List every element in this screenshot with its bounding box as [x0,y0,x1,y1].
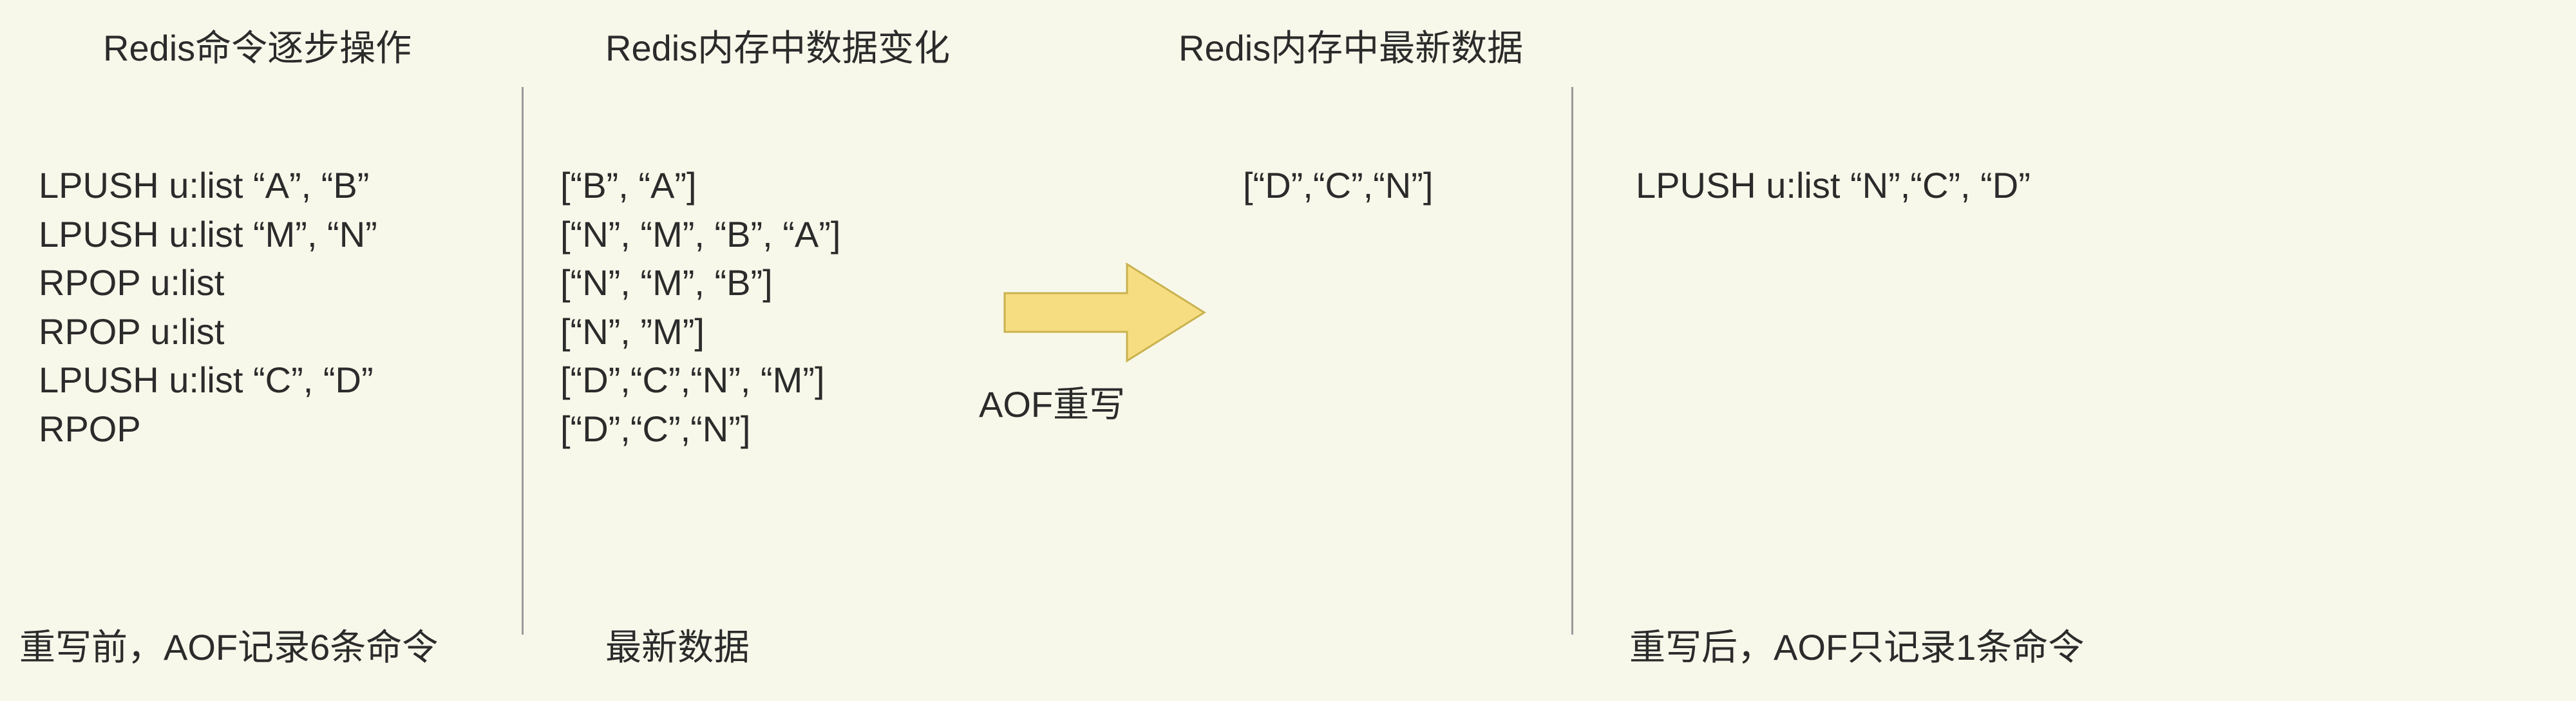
header-changes: Redis内存中数据变化 [605,19,950,72]
command-line: LPUSH u:list “A”, “B” [39,161,377,210]
change-line: [“D”,“C”,“N”, “M”] [560,356,840,405]
footer-after-rewrite: 重写后，AOF只记录1条命令 [1629,619,2084,671]
command-line: RPOP u:list [39,307,377,356]
change-line: [“N”, ”M”] [560,307,840,356]
command-line: RPOP u:list [39,258,377,307]
divider-2 [1571,87,1573,635]
change-line: [“N”, “M”, “B”, “A”] [560,210,840,259]
change-line: [“D”,“C”,“N”] [560,405,840,454]
header-commands: Redis命令逐步操作 [103,19,412,72]
arrow-icon [998,258,1211,367]
change-line: [“N”, “M”, “B”] [560,258,840,307]
changes-list: [“B”, “A”] [“N”, “M”, “B”, “A”] [“N”, “M… [560,161,840,454]
header-latest: Redis内存中最新数据 [1179,19,1523,72]
aof-rewrite-arrow [998,258,1211,367]
rewritten-command: LPUSH u:list “N”,“C”, “D” [1636,161,2031,210]
footer-before-rewrite: 重写前，AOF记录6条命令 [19,619,438,671]
footer-latest-data: 最新数据 [605,619,750,671]
diagram-canvas: Redis命令逐步操作 LPUSH u:list “A”, “B” LPUSH … [0,0,2576,701]
command-line: LPUSH u:list “C”, “D” [39,356,377,405]
command-line: RPOP [39,405,377,454]
commands-list: LPUSH u:list “A”, “B” LPUSH u:list “M”, … [39,161,377,454]
command-line: LPUSH u:list “M”, “N” [39,210,377,259]
arrow-label: AOF重写 [979,380,1125,429]
change-line: [“B”, “A”] [560,161,840,210]
latest-value: [“D”,“C”,“N”] [1243,161,1433,210]
divider-1 [522,87,524,635]
